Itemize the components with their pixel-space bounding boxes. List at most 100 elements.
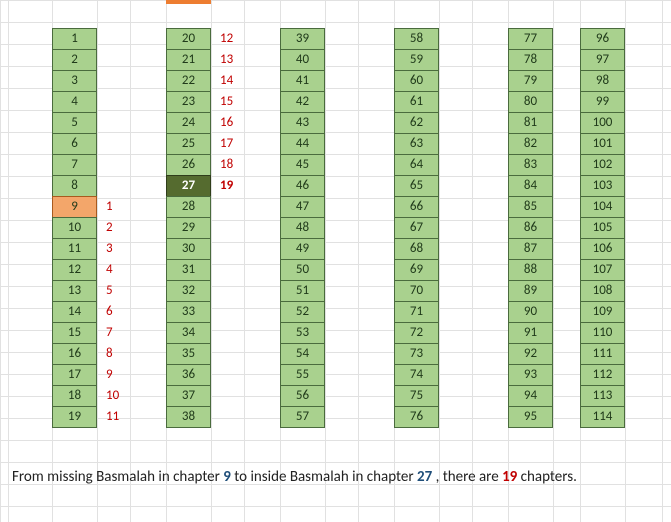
chapter-cell[interactable]: 100 — [580, 112, 625, 134]
chapter-cell[interactable]: 53 — [280, 322, 325, 344]
chapter-cell[interactable]: 86 — [508, 217, 553, 239]
chapter-cell[interactable]: 4 — [52, 91, 97, 113]
chapter-cell[interactable]: 71 — [394, 301, 439, 323]
chapter-cell[interactable]: 22 — [166, 70, 211, 92]
chapter-cell[interactable]: 10 — [52, 217, 97, 239]
chapter-cell[interactable]: 9 — [52, 196, 97, 218]
chapter-cell[interactable]: 72 — [394, 322, 439, 344]
chapter-cell[interactable]: 6 — [52, 133, 97, 155]
chapter-cell[interactable]: 85 — [508, 196, 553, 218]
chapter-cell[interactable]: 34 — [166, 322, 211, 344]
chapter-cell[interactable]: 79 — [508, 70, 553, 92]
chapter-cell[interactable]: 38 — [166, 406, 211, 428]
chapter-cell[interactable]: 63 — [394, 133, 439, 155]
chapter-cell[interactable]: 2 — [52, 49, 97, 71]
chapter-cell[interactable]: 56 — [280, 385, 325, 407]
chapter-cell[interactable]: 66 — [394, 196, 439, 218]
chapter-cell[interactable]: 48 — [280, 217, 325, 239]
chapter-cell[interactable]: 15 — [52, 322, 97, 344]
chapter-cell[interactable]: 77 — [508, 28, 553, 50]
chapter-cell[interactable]: 94 — [508, 385, 553, 407]
chapter-cell[interactable]: 112 — [580, 364, 625, 386]
chapter-cell[interactable]: 73 — [394, 343, 439, 365]
chapter-cell[interactable]: 1 — [52, 28, 97, 50]
chapter-cell[interactable]: 35 — [166, 343, 211, 365]
chapter-cell[interactable]: 98 — [580, 70, 625, 92]
chapter-cell[interactable]: 25 — [166, 133, 211, 155]
chapter-cell[interactable]: 47 — [280, 196, 325, 218]
chapter-cell[interactable]: 40 — [280, 49, 325, 71]
chapter-cell[interactable]: 42 — [280, 91, 325, 113]
chapter-cell[interactable]: 101 — [580, 133, 625, 155]
chapter-cell[interactable]: 105 — [580, 217, 625, 239]
chapter-cell[interactable]: 109 — [580, 301, 625, 323]
chapter-cell[interactable]: 8 — [52, 175, 97, 197]
chapter-cell[interactable]: 68 — [394, 238, 439, 260]
chapter-cell[interactable]: 28 — [166, 196, 211, 218]
chapter-cell[interactable]: 51 — [280, 280, 325, 302]
chapter-cell[interactable]: 93 — [508, 364, 553, 386]
chapter-cell[interactable]: 12 — [52, 259, 97, 281]
chapter-cell[interactable]: 59 — [394, 49, 439, 71]
chapter-cell[interactable]: 111 — [580, 343, 625, 365]
chapter-cell[interactable]: 31 — [166, 259, 211, 281]
chapter-cell[interactable]: 57 — [280, 406, 325, 428]
chapter-cell[interactable]: 39 — [280, 28, 325, 50]
chapter-cell[interactable]: 102 — [580, 154, 625, 176]
chapter-cell[interactable]: 7 — [52, 154, 97, 176]
chapter-cell[interactable]: 64 — [394, 154, 439, 176]
chapter-cell[interactable]: 41 — [280, 70, 325, 92]
chapter-cell[interactable]: 50 — [280, 259, 325, 281]
chapter-cell[interactable]: 45 — [280, 154, 325, 176]
chapter-cell[interactable]: 113 — [580, 385, 625, 407]
chapter-cell[interactable]: 36 — [166, 364, 211, 386]
chapter-cell[interactable]: 13 — [52, 280, 97, 302]
chapter-cell[interactable]: 69 — [394, 259, 439, 281]
chapter-cell[interactable]: 80 — [508, 91, 553, 113]
chapter-cell[interactable]: 75 — [394, 385, 439, 407]
chapter-cell[interactable]: 106 — [580, 238, 625, 260]
chapter-cell[interactable]: 83 — [508, 154, 553, 176]
chapter-cell[interactable]: 37 — [166, 385, 211, 407]
chapter-cell[interactable]: 65 — [394, 175, 439, 197]
chapter-cell[interactable]: 24 — [166, 112, 211, 134]
chapter-cell[interactable]: 27 — [166, 175, 211, 197]
chapter-cell[interactable]: 70 — [394, 280, 439, 302]
chapter-cell[interactable]: 88 — [508, 259, 553, 281]
chapter-cell[interactable]: 14 — [52, 301, 97, 323]
chapter-cell[interactable]: 5 — [52, 112, 97, 134]
chapter-cell[interactable]: 97 — [580, 49, 625, 71]
chapter-cell[interactable]: 107 — [580, 259, 625, 281]
chapter-cell[interactable]: 91 — [508, 322, 553, 344]
chapter-cell[interactable]: 61 — [394, 91, 439, 113]
chapter-cell[interactable]: 90 — [508, 301, 553, 323]
chapter-cell[interactable]: 87 — [508, 238, 553, 260]
chapter-cell[interactable]: 54 — [280, 343, 325, 365]
chapter-cell[interactable]: 76 — [394, 406, 439, 428]
chapter-cell[interactable]: 3 — [52, 70, 97, 92]
chapter-cell[interactable]: 43 — [280, 112, 325, 134]
chapter-cell[interactable]: 92 — [508, 343, 553, 365]
chapter-cell[interactable]: 62 — [394, 112, 439, 134]
chapter-cell[interactable]: 78 — [508, 49, 553, 71]
chapter-cell[interactable]: 26 — [166, 154, 211, 176]
chapter-cell[interactable]: 67 — [394, 217, 439, 239]
chapter-cell[interactable]: 44 — [280, 133, 325, 155]
chapter-cell[interactable]: 11 — [52, 238, 97, 260]
chapter-cell[interactable]: 52 — [280, 301, 325, 323]
chapter-cell[interactable]: 108 — [580, 280, 625, 302]
chapter-cell[interactable]: 114 — [580, 406, 625, 428]
chapter-cell[interactable]: 19 — [52, 406, 97, 428]
chapter-cell[interactable]: 30 — [166, 238, 211, 260]
chapter-cell[interactable]: 95 — [508, 406, 553, 428]
chapter-cell[interactable]: 60 — [394, 70, 439, 92]
chapter-cell[interactable]: 33 — [166, 301, 211, 323]
chapter-cell[interactable]: 103 — [580, 175, 625, 197]
chapter-cell[interactable]: 104 — [580, 196, 625, 218]
chapter-cell[interactable]: 82 — [508, 133, 553, 155]
chapter-cell[interactable]: 17 — [52, 364, 97, 386]
chapter-cell[interactable]: 81 — [508, 112, 553, 134]
chapter-cell[interactable]: 89 — [508, 280, 553, 302]
chapter-cell[interactable]: 84 — [508, 175, 553, 197]
chapter-cell[interactable]: 58 — [394, 28, 439, 50]
